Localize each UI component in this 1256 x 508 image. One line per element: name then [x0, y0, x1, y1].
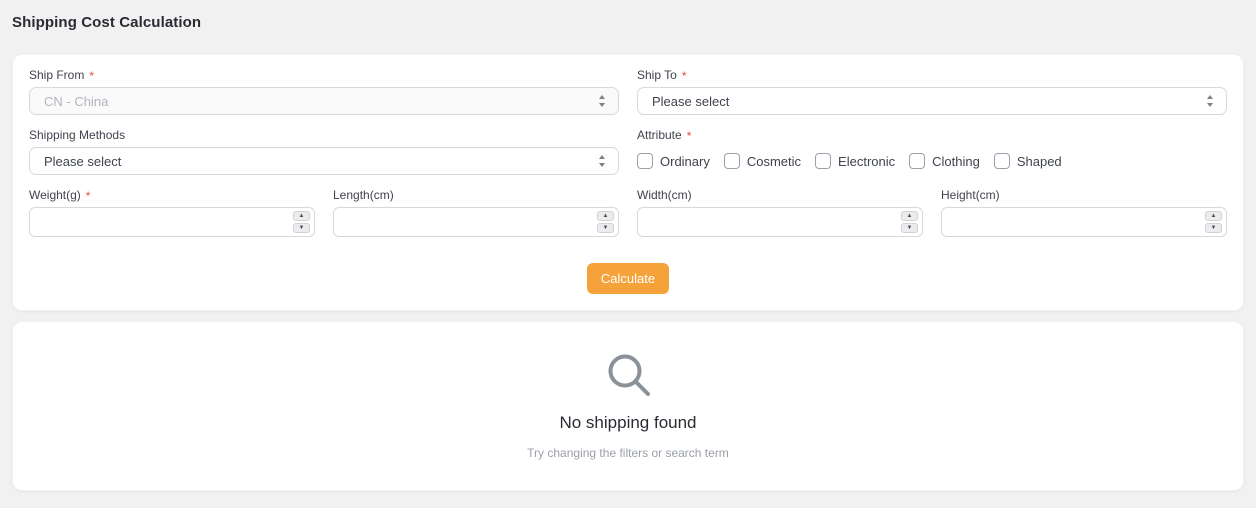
- width-input[interactable]: [637, 207, 923, 237]
- weight-field: Weight(g) * ▲ ▼: [29, 187, 315, 237]
- shipping-methods-value: Please select: [44, 153, 122, 169]
- width-label: Width(cm): [637, 187, 923, 202]
- ship-from-label: Ship From *: [29, 67, 619, 82]
- ship-to-label: Ship To *: [637, 67, 1227, 82]
- form-row-3: Weight(g) * ▲ ▼ Length(cm) ▲ ▼ Width(cm)…: [29, 187, 1227, 237]
- shipping-methods-label: Shipping Methods: [29, 127, 619, 142]
- width-spinner: ▲ ▼: [901, 211, 918, 233]
- weight-input-wrap: ▲ ▼: [29, 207, 315, 237]
- attribute-option-cosmetic: Cosmetic: [723, 153, 802, 169]
- spinner-up-icon[interactable]: ▲: [597, 211, 614, 221]
- height-spinner: ▲ ▼: [1205, 211, 1222, 233]
- page-title: Shipping Cost Calculation: [12, 14, 202, 31]
- weight-label: Weight(g) *: [29, 187, 315, 202]
- width-input-wrap: ▲ ▼: [637, 207, 923, 237]
- ship-to-label-text: Ship To: [637, 67, 677, 82]
- shipping-methods-label-text: Shipping Methods: [29, 127, 126, 142]
- ship-from-value: CN - China: [44, 93, 109, 109]
- attribute-checkbox-cosmetic[interactable]: [723, 153, 740, 169]
- updown-arrow-icon: [1207, 95, 1213, 107]
- required-asterisk: *: [85, 188, 91, 203]
- search-icon: [608, 354, 650, 396]
- button-row: Calculate: [29, 263, 1227, 294]
- attribute-option-ordinary: Ordinary: [637, 153, 710, 169]
- spinner-down-icon[interactable]: ▼: [597, 223, 614, 233]
- attribute-checkbox-group: Ordinary Cosmetic Electronic Clothing Sh…: [637, 147, 1227, 175]
- attribute-field: Attribute * Ordinary Cosmetic Electronic: [637, 127, 1227, 175]
- checkbox-label: Ordinary: [660, 153, 710, 169]
- ship-from-field: Ship From * CN - China: [29, 67, 619, 115]
- checkbox-label: Clothing: [932, 153, 980, 169]
- ship-from-select: CN - China: [29, 87, 619, 115]
- length-input[interactable]: [333, 207, 619, 237]
- height-input[interactable]: [941, 207, 1227, 237]
- updown-arrow-icon: [599, 95, 605, 107]
- height-label: Height(cm): [941, 187, 1227, 202]
- length-label: Length(cm): [333, 187, 619, 202]
- form-row-1: Ship From * CN - China Ship To * Please …: [29, 67, 1227, 115]
- results-card: No shipping found Try changing the filte…: [12, 321, 1244, 491]
- checkbox-label: Cosmetic: [746, 153, 802, 169]
- attribute-checkbox-shaped[interactable]: [993, 153, 1010, 169]
- spinner-up-icon[interactable]: ▲: [901, 211, 918, 221]
- checkbox-label: Electronic: [838, 153, 896, 169]
- weight-spinner: ▲ ▼: [293, 211, 310, 233]
- attribute-option-electronic: Electronic: [815, 153, 895, 169]
- checkbox-label: Shaped: [1016, 153, 1062, 169]
- calculate-button[interactable]: Calculate: [586, 263, 670, 294]
- required-asterisk: *: [686, 128, 692, 143]
- spinner-down-icon[interactable]: ▼: [293, 223, 310, 233]
- ship-to-select[interactable]: Please select: [637, 87, 1227, 115]
- attribute-option-clothing: Clothing: [909, 153, 980, 169]
- page: Shipping Cost Calculation Ship From * CN…: [0, 0, 1256, 491]
- height-field: Height(cm) ▲ ▼: [941, 187, 1227, 237]
- length-spinner: ▲ ▼: [597, 211, 614, 233]
- attribute-label-text: Attribute: [637, 127, 682, 142]
- spinner-down-icon[interactable]: ▼: [901, 223, 918, 233]
- attribute-checkbox-clothing[interactable]: [909, 153, 926, 169]
- shipping-methods-field: Shipping Methods Please select: [29, 127, 619, 175]
- required-asterisk: *: [89, 68, 95, 83]
- attribute-label: Attribute *: [637, 127, 1227, 142]
- ship-to-value: Please select: [652, 93, 730, 109]
- empty-state-subtitle: Try changing the filters or search term: [527, 446, 729, 460]
- length-label-text: Length(cm): [333, 187, 394, 202]
- length-field: Length(cm) ▲ ▼: [333, 187, 619, 237]
- updown-arrow-icon: [599, 155, 605, 167]
- spinner-up-icon[interactable]: ▲: [1205, 211, 1222, 221]
- ship-to-field: Ship To * Please select: [637, 67, 1227, 115]
- height-label-text: Height(cm): [941, 187, 1000, 202]
- height-input-wrap: ▲ ▼: [941, 207, 1227, 237]
- weight-input[interactable]: [29, 207, 315, 237]
- length-input-wrap: ▲ ▼: [333, 207, 619, 237]
- width-field: Width(cm) ▲ ▼: [637, 187, 923, 237]
- shipping-form-card: Ship From * CN - China Ship To * Please …: [12, 54, 1244, 311]
- attribute-option-shaped: Shaped: [993, 153, 1062, 169]
- attribute-checkbox-electronic[interactable]: [815, 153, 832, 169]
- shipping-methods-select[interactable]: Please select: [29, 147, 619, 175]
- spinner-down-icon[interactable]: ▼: [1205, 223, 1222, 233]
- empty-state-title: No shipping found: [559, 413, 697, 432]
- ship-from-label-text: Ship From: [29, 67, 85, 82]
- spinner-up-icon[interactable]: ▲: [293, 211, 310, 221]
- weight-label-text: Weight(g): [29, 187, 81, 202]
- width-label-text: Width(cm): [637, 187, 692, 202]
- required-asterisk: *: [681, 68, 687, 83]
- form-row-2: Shipping Methods Please select Attribute…: [29, 127, 1227, 175]
- attribute-checkbox-ordinary[interactable]: [637, 153, 653, 169]
